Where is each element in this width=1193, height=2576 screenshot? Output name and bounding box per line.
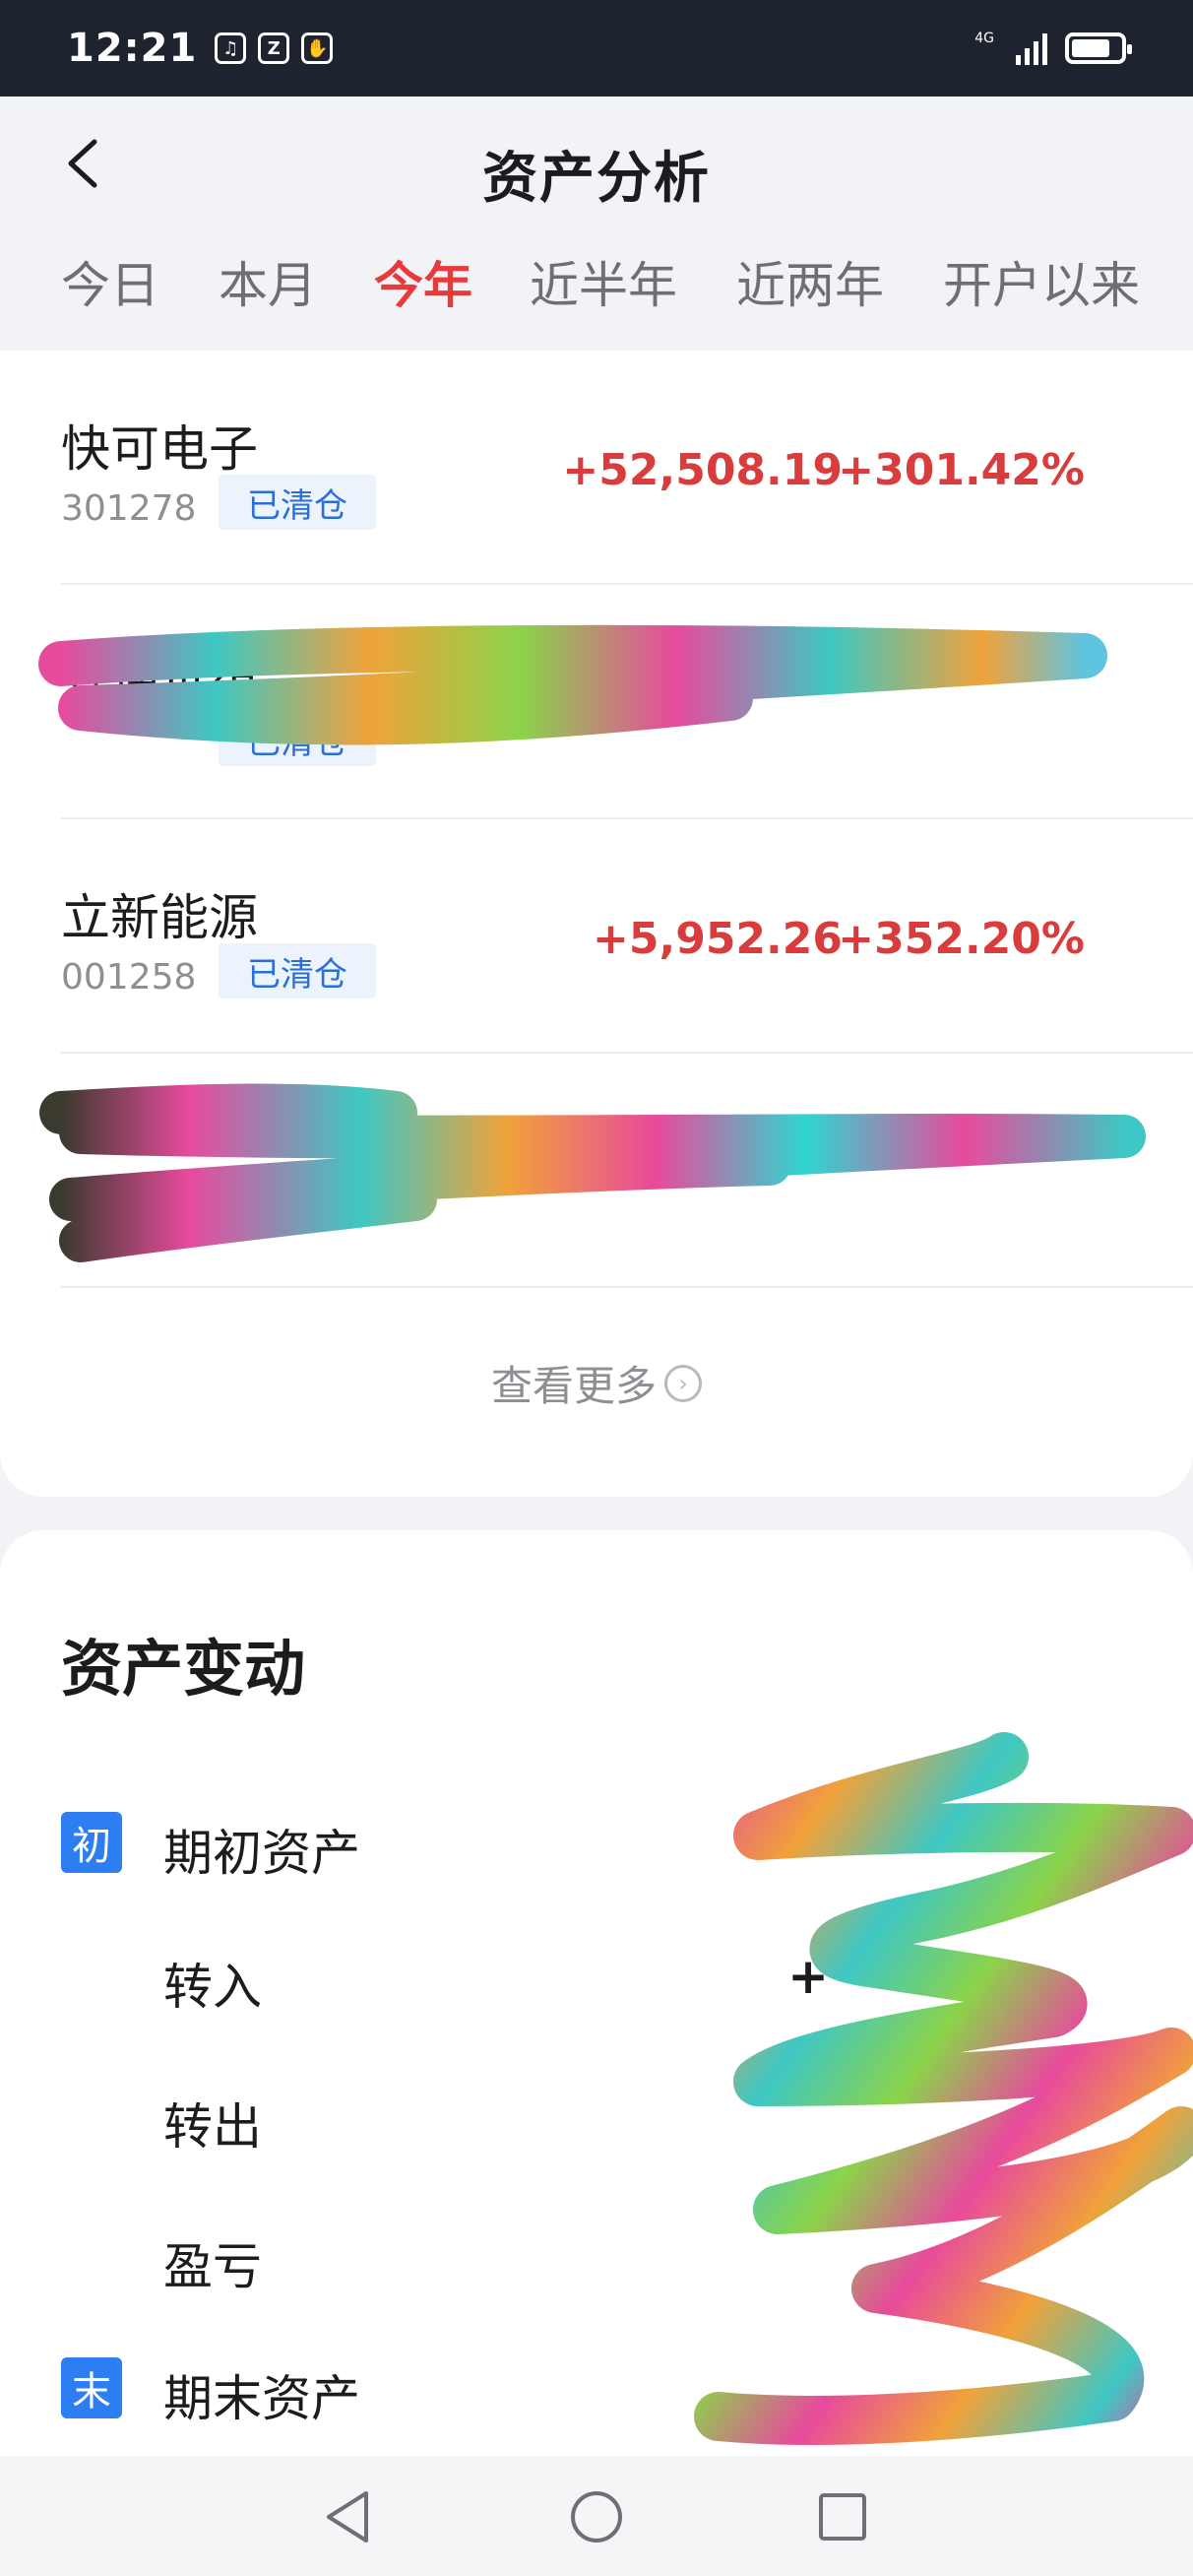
status-indicators: 4G xyxy=(974,31,1132,65)
tab-today[interactable]: 今日 xyxy=(61,246,159,317)
tab-this-month[interactable]: 本月 xyxy=(219,246,317,317)
tab-since-opening[interactable]: 开户以来 xyxy=(943,246,1140,317)
tab-half-year[interactable]: 近半年 xyxy=(530,246,677,317)
redaction-scribble xyxy=(38,624,1107,745)
period-tabs: 今日 本月 今年 近半年 近两年 开户以来 xyxy=(0,246,1193,325)
view-more-link[interactable]: 查看更多 › xyxy=(0,1353,1193,1413)
system-nav-bar xyxy=(0,2456,1193,2576)
stock-name: 立新能源 xyxy=(61,889,258,946)
page-header: 资产分析 今日 本月 今年 近半年 近两年 开户以来 xyxy=(0,97,1193,351)
tab-this-year[interactable]: 今年 xyxy=(374,246,472,317)
battery-level xyxy=(1072,39,1110,57)
asset-label: 转入 xyxy=(163,1959,262,2016)
status-badge: 已清仓 xyxy=(219,943,376,998)
status-bar: 12:21 ♫ Z ✋ 4G xyxy=(0,0,1193,97)
stock-code: 301278 xyxy=(61,488,197,529)
music-app-icon: ♫ xyxy=(215,32,247,64)
asset-change-card: 资产变动 初 期初资产 转入 + 转出 盈亏 末 期末资产 xyxy=(0,1530,1193,2456)
signal-icon xyxy=(1016,32,1047,65)
stock-row[interactable]: 快可电子 301278 已清仓 +52,508.19 +301.42% xyxy=(61,351,1193,585)
network-type: 4G xyxy=(974,31,994,46)
stock-code: 001258 xyxy=(61,957,197,998)
alipay-icon: Z xyxy=(258,32,290,64)
stock-profit-percent: +352.20% xyxy=(838,914,1085,964)
asset-label: 转出 xyxy=(163,2098,262,2156)
shield-hand-icon: ✋ xyxy=(301,32,334,64)
tab-two-years[interactable]: 近两年 xyxy=(736,246,884,317)
battery-icon xyxy=(1065,32,1132,64)
asset-label: 盈亏 xyxy=(163,2238,262,2295)
square-recents-icon[interactable] xyxy=(811,2485,874,2548)
status-badge: 已清仓 xyxy=(219,475,376,530)
status-app-icons: ♫ Z ✋ xyxy=(215,32,334,64)
asset-label: 期末资产 xyxy=(163,2370,360,2427)
view-more-label: 查看更多 xyxy=(490,1362,657,1410)
status-time: 12:21 xyxy=(67,26,198,71)
section-title: 资产变动 xyxy=(61,1633,306,1705)
redaction-scribble xyxy=(39,1083,1146,1262)
asset-label: 期初资产 xyxy=(163,1825,360,1882)
stock-row[interactable] xyxy=(39,1054,1193,1288)
redaction-scribble xyxy=(694,1732,1193,2445)
stock-row[interactable]: 立新能源 001258 已清仓 +5,952.26 +352.20% xyxy=(61,819,1193,1054)
page-title: 资产分析 xyxy=(482,147,711,211)
stock-name: 快可电子 xyxy=(61,420,258,478)
circle-home-icon[interactable] xyxy=(565,2485,628,2548)
stock-profit: +5,952.26 xyxy=(593,914,843,964)
stock-profit-percent: +301.42% xyxy=(838,445,1085,495)
circle-chevron-right-icon: › xyxy=(664,1364,702,1402)
opening-badge: 初 xyxy=(61,1812,122,1873)
stock-profit: +52,508.19 xyxy=(562,445,843,495)
closing-badge: 末 xyxy=(61,2357,122,2418)
stock-row[interactable]: 宜通世纪 已清仓 xyxy=(38,585,1193,819)
stock-list-card: 快可电子 301278 已清仓 +52,508.19 +301.42% 宜通世纪… xyxy=(0,351,1193,1497)
triangle-back-icon[interactable] xyxy=(317,2485,380,2548)
